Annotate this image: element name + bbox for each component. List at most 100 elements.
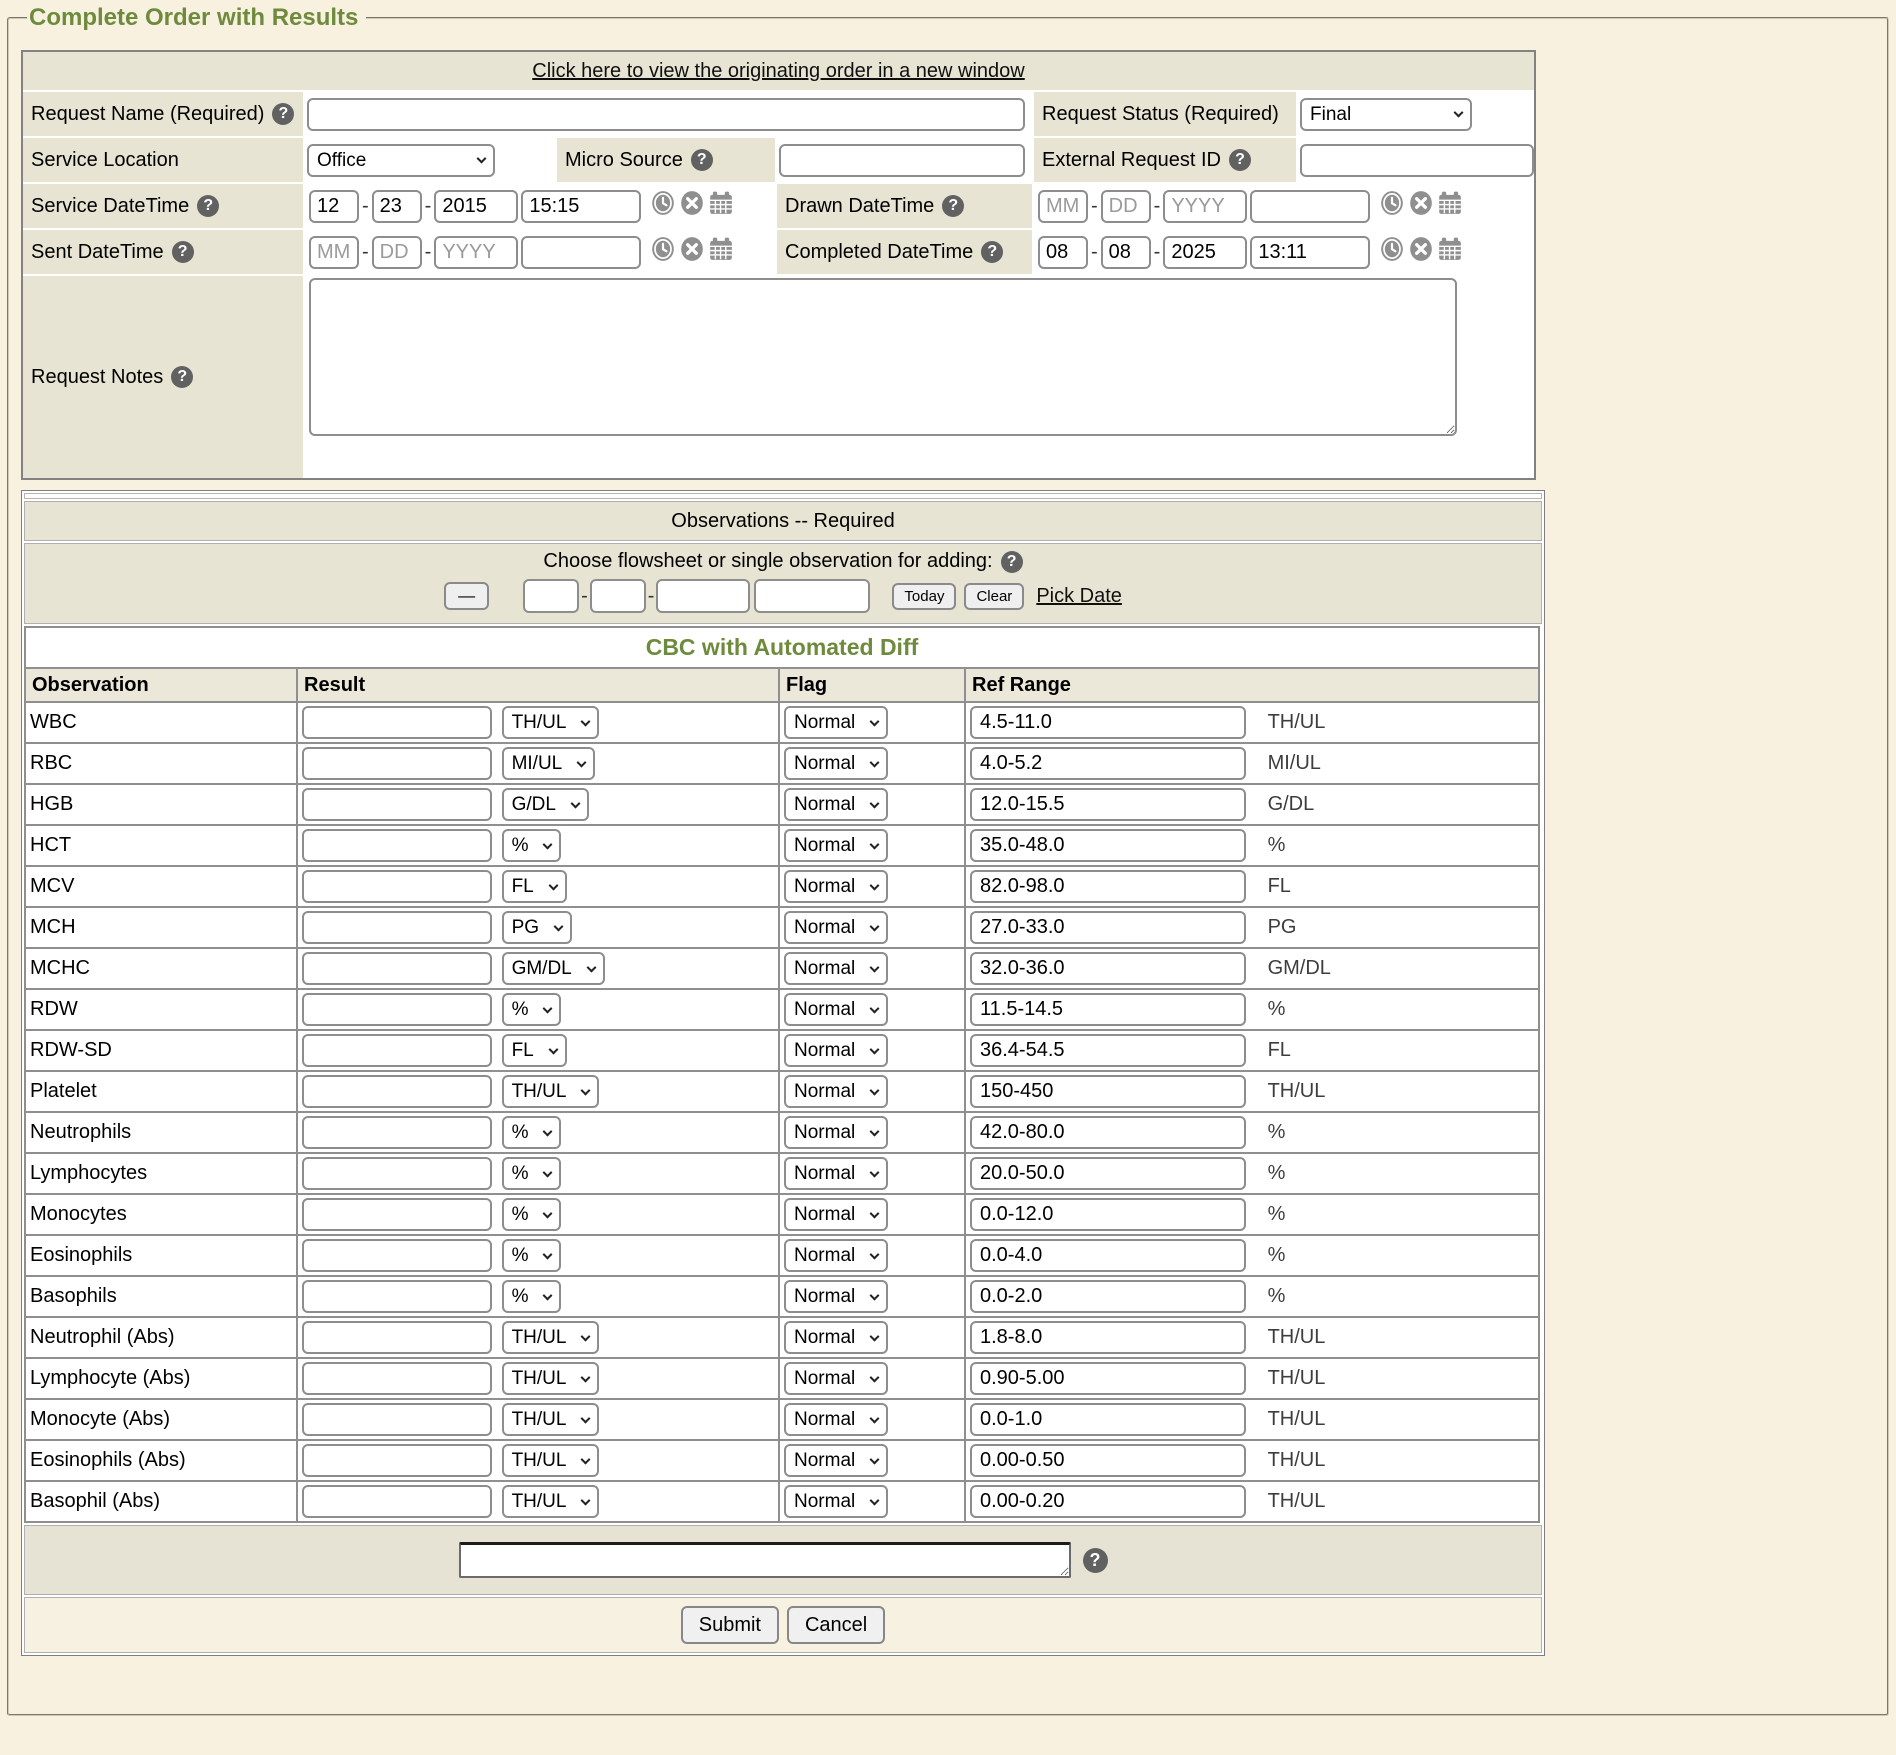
ref-range-input[interactable] bbox=[970, 829, 1246, 862]
ref-range-input[interactable] bbox=[970, 870, 1246, 903]
ref-range-input[interactable] bbox=[970, 1280, 1246, 1313]
result-unit-select[interactable]: % bbox=[502, 1157, 561, 1190]
ref-range-input[interactable] bbox=[970, 1485, 1246, 1518]
result-input[interactable] bbox=[302, 1403, 492, 1436]
result-unit-select[interactable]: TH/UL bbox=[502, 1362, 599, 1395]
clock-icon[interactable] bbox=[650, 236, 676, 262]
result-input[interactable] bbox=[302, 1239, 492, 1272]
request-status-select[interactable]: Final bbox=[1300, 98, 1472, 131]
originating-order-link[interactable]: Click here to view the originating order… bbox=[532, 60, 1024, 83]
help-icon[interactable]: ? bbox=[1001, 551, 1023, 573]
clear-date-icon[interactable] bbox=[679, 236, 705, 262]
help-icon[interactable]: ? bbox=[981, 241, 1003, 263]
clock-icon[interactable] bbox=[1379, 236, 1405, 262]
flag-select[interactable]: Normal bbox=[784, 1239, 888, 1272]
flag-select[interactable]: Normal bbox=[784, 1198, 888, 1231]
flag-select[interactable]: Normal bbox=[784, 1403, 888, 1436]
cancel-button[interactable]: Cancel bbox=[787, 1606, 885, 1644]
result-input[interactable] bbox=[302, 1280, 492, 1313]
minus-button[interactable]: — bbox=[444, 582, 489, 610]
result-input[interactable] bbox=[302, 1321, 492, 1354]
result-unit-select[interactable]: FL bbox=[502, 870, 567, 903]
flag-select[interactable]: Normal bbox=[784, 870, 888, 903]
ref-range-input[interactable] bbox=[970, 1362, 1246, 1395]
result-input[interactable] bbox=[302, 788, 492, 821]
flag-select[interactable]: Normal bbox=[784, 1116, 888, 1149]
result-input[interactable] bbox=[302, 911, 492, 944]
clear-button[interactable]: Clear bbox=[964, 583, 1024, 610]
ref-range-input[interactable] bbox=[970, 993, 1246, 1026]
result-input[interactable] bbox=[302, 1485, 492, 1518]
ref-range-input[interactable] bbox=[970, 1034, 1246, 1067]
service-location-select[interactable]: Office bbox=[307, 144, 495, 177]
result-input[interactable] bbox=[302, 1116, 492, 1149]
result-unit-select[interactable]: FL bbox=[502, 1034, 567, 1067]
observation-search-input[interactable] bbox=[459, 1542, 1071, 1578]
result-input[interactable] bbox=[302, 747, 492, 780]
sent-year-input[interactable] bbox=[434, 236, 518, 269]
flag-select[interactable]: Normal bbox=[784, 911, 888, 944]
pick-date-link[interactable]: Pick Date bbox=[1036, 585, 1122, 608]
sent-month-input[interactable] bbox=[309, 236, 359, 269]
clear-date-icon[interactable] bbox=[679, 190, 705, 216]
result-input[interactable] bbox=[302, 1034, 492, 1067]
request-notes-textarea[interactable] bbox=[309, 278, 1457, 436]
flag-select[interactable]: Normal bbox=[784, 1157, 888, 1190]
flag-select[interactable]: Normal bbox=[784, 1075, 888, 1108]
result-unit-select[interactable]: TH/UL bbox=[502, 1321, 599, 1354]
completed-day-input[interactable] bbox=[1101, 236, 1151, 269]
completed-month-input[interactable] bbox=[1038, 236, 1088, 269]
calendar-icon[interactable] bbox=[708, 236, 734, 262]
result-unit-select[interactable]: % bbox=[502, 1116, 561, 1149]
help-icon[interactable]: ? bbox=[691, 149, 713, 171]
flag-select[interactable]: Normal bbox=[784, 829, 888, 862]
picker-time-input[interactable] bbox=[754, 579, 870, 613]
ref-range-input[interactable] bbox=[970, 1239, 1246, 1272]
flag-select[interactable]: Normal bbox=[784, 706, 888, 739]
result-input[interactable] bbox=[302, 1444, 492, 1477]
result-unit-select[interactable]: MI/UL bbox=[502, 747, 595, 780]
ref-range-input[interactable] bbox=[970, 1075, 1246, 1108]
result-unit-select[interactable]: % bbox=[502, 1198, 561, 1231]
ref-range-input[interactable] bbox=[970, 1116, 1246, 1149]
flag-select[interactable]: Normal bbox=[784, 1321, 888, 1354]
calendar-icon[interactable] bbox=[1437, 190, 1463, 216]
result-input[interactable] bbox=[302, 952, 492, 985]
picker-month-input[interactable] bbox=[523, 579, 579, 613]
service-year-input[interactable] bbox=[434, 190, 518, 223]
clear-date-icon[interactable] bbox=[1408, 190, 1434, 216]
result-unit-select[interactable]: % bbox=[502, 1239, 561, 1272]
result-unit-select[interactable]: % bbox=[502, 829, 561, 862]
help-icon[interactable]: ? bbox=[1083, 1548, 1108, 1573]
completed-time-input[interactable] bbox=[1250, 236, 1370, 269]
picker-day-input[interactable] bbox=[590, 579, 646, 613]
result-input[interactable] bbox=[302, 1362, 492, 1395]
ref-range-input[interactable] bbox=[970, 952, 1246, 985]
help-icon[interactable]: ? bbox=[942, 195, 964, 217]
micro-source-input[interactable] bbox=[779, 144, 1025, 177]
ref-range-input[interactable] bbox=[970, 1321, 1246, 1354]
ref-range-input[interactable] bbox=[970, 1444, 1246, 1477]
help-icon[interactable]: ? bbox=[171, 366, 193, 388]
request-name-input[interactable] bbox=[307, 98, 1025, 131]
ref-range-input[interactable] bbox=[970, 1403, 1246, 1436]
ref-range-input[interactable] bbox=[970, 706, 1246, 739]
result-unit-select[interactable]: TH/UL bbox=[502, 706, 599, 739]
service-day-input[interactable] bbox=[372, 190, 422, 223]
flag-select[interactable]: Normal bbox=[784, 1444, 888, 1477]
clock-icon[interactable] bbox=[1379, 190, 1405, 216]
flag-select[interactable]: Normal bbox=[784, 1485, 888, 1518]
result-unit-select[interactable]: TH/UL bbox=[502, 1403, 599, 1436]
today-button[interactable]: Today bbox=[892, 583, 956, 610]
sent-day-input[interactable] bbox=[372, 236, 422, 269]
result-input[interactable] bbox=[302, 870, 492, 903]
result-unit-select[interactable]: TH/UL bbox=[502, 1075, 599, 1108]
result-input[interactable] bbox=[302, 1198, 492, 1231]
sent-time-input[interactable] bbox=[521, 236, 641, 269]
calendar-icon[interactable] bbox=[1437, 236, 1463, 262]
result-unit-select[interactable]: % bbox=[502, 1280, 561, 1313]
drawn-month-input[interactable] bbox=[1038, 190, 1088, 223]
service-time-input[interactable] bbox=[521, 190, 641, 223]
result-unit-select[interactable]: G/DL bbox=[502, 788, 589, 821]
flag-select[interactable]: Normal bbox=[784, 1280, 888, 1313]
